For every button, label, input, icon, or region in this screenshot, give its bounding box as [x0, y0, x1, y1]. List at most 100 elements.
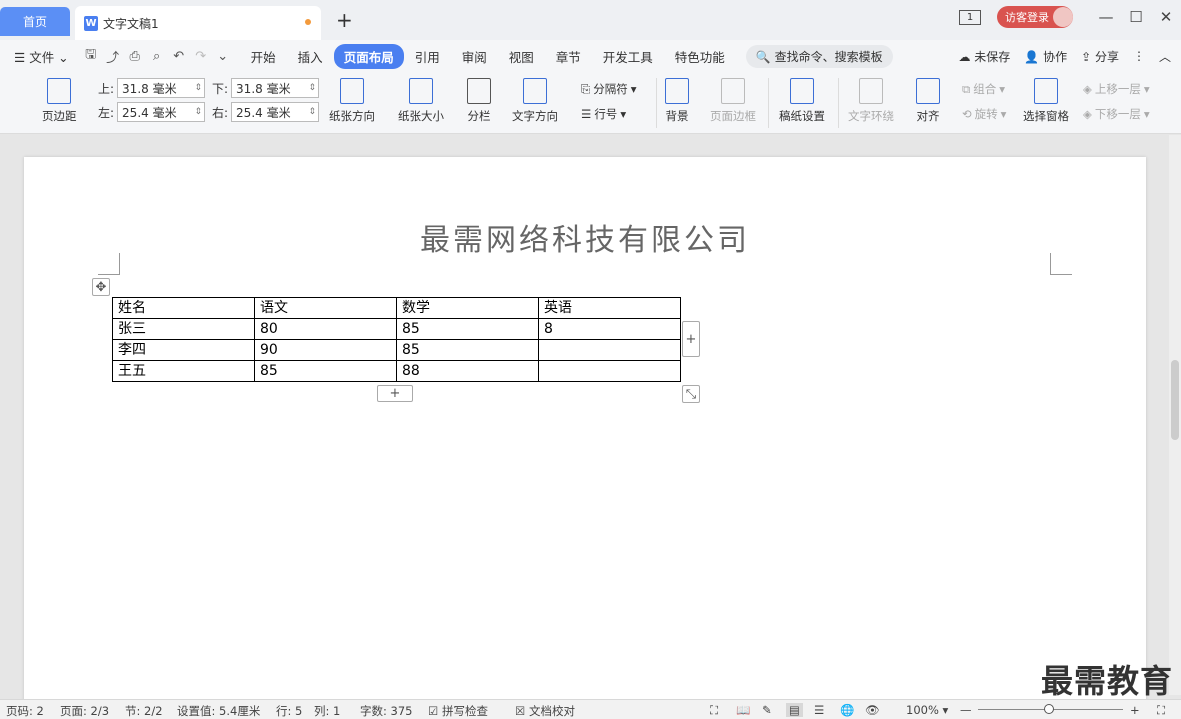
eye-protection-icon[interactable]: 👁 [865, 703, 880, 717]
web-view-icon[interactable]: 🌐 [840, 703, 854, 717]
collapse-ribbon-icon[interactable]: ︿ [1159, 48, 1171, 65]
close-icon[interactable]: ✕ [1151, 8, 1181, 26]
status-row[interactable]: 行: 5 [276, 703, 302, 719]
collaborate-button[interactable]: 👤 协作 [1024, 48, 1067, 65]
background-button[interactable]: 背景 [665, 78, 689, 124]
tab-features[interactable]: 特色功能 [664, 47, 736, 66]
table-move-handle-icon[interactable]: ✥ [92, 278, 110, 296]
file-menu[interactable]: ☰ 文件 ⌄ [0, 47, 80, 66]
table-row[interactable]: 姓名 语文 数学 英语 [112, 297, 681, 319]
add-column-button[interactable]: + [682, 321, 700, 357]
vertical-scrollbar[interactable] [1169, 135, 1181, 695]
table-cell[interactable]: 80 [254, 318, 397, 340]
document-page[interactable]: 最需网络科技有限公司 ✥ 姓名 语文 数学 英语 张三 80 85 8 李四 90 85 王五 85 88… [24, 157, 1146, 717]
table-cell[interactable]: 数学 [396, 297, 539, 319]
export-icon[interactable]: ⤴ [102, 47, 124, 66]
tab-page-layout[interactable]: 页面布局 [333, 43, 404, 69]
table-row[interactable]: 张三 80 85 8 [112, 318, 681, 340]
line-numbers-button[interactable]: ☰ 行号 ▾ [581, 106, 626, 122]
zoom-level-select[interactable]: 100% ▾ [906, 703, 948, 717]
table-cell[interactable] [538, 360, 681, 382]
manuscript-settings-button[interactable]: 稿纸设置 [779, 78, 825, 124]
tab-sections[interactable]: 章节 [545, 47, 592, 66]
zoom-slider-knob[interactable] [1044, 704, 1054, 714]
tab-start[interactable]: 开始 [240, 47, 287, 66]
page-count-badge[interactable]: 1 [959, 9, 981, 25]
status-column[interactable]: 列: 1 [314, 703, 340, 719]
customize-chevron-icon[interactable]: ⌄ [212, 49, 234, 64]
fullscreen-icon[interactable]: ⛶ [710, 703, 718, 718]
text-direction-button[interactable]: 文字方向 [512, 78, 558, 124]
unsaved-button[interactable]: ☁ 未保存 [958, 48, 1010, 65]
status-section[interactable]: 节: 2/2 [125, 703, 163, 719]
table-row[interactable]: 王五 85 88 [112, 360, 681, 382]
columns-button[interactable]: 分栏 [467, 78, 491, 124]
zoom-out-icon[interactable]: — [960, 703, 972, 717]
guest-login-button[interactable]: 访客登录 [997, 6, 1073, 28]
table-cell[interactable]: 85 [396, 318, 539, 340]
save-icon[interactable]: 🖫 [80, 45, 102, 67]
document-area[interactable]: 最需网络科技有限公司 ✥ 姓名 语文 数学 英语 张三 80 85 8 李四 90 85 王五 85 88… [0, 135, 1181, 717]
zoom-in-icon[interactable]: + [1130, 703, 1140, 717]
table-cell[interactable]: 王五 [112, 360, 255, 382]
tab-home[interactable]: 首页 [0, 7, 70, 36]
new-tab-plus-icon[interactable]: + [336, 8, 353, 32]
document-title[interactable]: 最需网络科技有限公司 [24, 215, 1146, 259]
send-backward-button[interactable]: ◈ 下移一层 ▾ [1083, 106, 1150, 122]
align-button[interactable]: 对齐 [916, 78, 940, 124]
fit-page-icon[interactable]: ⛶ [1157, 703, 1165, 718]
margin-bottom-input[interactable]: 31.8 毫米 [231, 78, 320, 98]
print-preview-icon[interactable]: ⌕ [146, 49, 168, 64]
table-cell[interactable]: 8 [538, 318, 681, 340]
margin-right-input[interactable]: 25.4 毫米 [231, 102, 320, 122]
outline-view-icon[interactable]: ☰ [814, 703, 824, 717]
add-row-button[interactable]: + [377, 385, 413, 402]
table-cell[interactable]: 英语 [538, 297, 681, 319]
text-wrap-button[interactable]: 文字环绕 [848, 78, 894, 124]
table-cell[interactable]: 85 [254, 360, 397, 382]
table-cell[interactable]: 88 [396, 360, 539, 382]
zoom-slider[interactable] [978, 704, 1123, 714]
tab-document[interactable]: W 文字文稿1 [75, 6, 321, 40]
edit-mode-icon[interactable]: ✎ [762, 703, 772, 717]
margin-left-input[interactable]: 25.4 毫米 [117, 102, 206, 122]
maximize-icon[interactable]: ☐ [1121, 8, 1151, 26]
table-cell[interactable]: 张三 [112, 318, 255, 340]
table-cell[interactable]: 李四 [112, 339, 255, 361]
print-icon[interactable]: ⎙ [124, 49, 146, 64]
spell-check-button[interactable]: ☑ 拼写检查 [428, 703, 488, 719]
rotate-button[interactable]: ⟲ 旋转 ▾ [962, 106, 1006, 122]
minimize-icon[interactable]: — [1091, 8, 1121, 26]
group-button[interactable]: ⧉ 组合 ▾ [962, 81, 1005, 97]
undo-icon[interactable]: ↶ [168, 49, 190, 64]
tab-insert[interactable]: 插入 [287, 47, 334, 66]
command-search-input[interactable]: 🔍 查找命令、搜索模板 [745, 44, 893, 68]
status-page-number[interactable]: 页码: 2 [6, 703, 44, 719]
more-icon[interactable]: ⋮ [1133, 49, 1145, 63]
table-cell[interactable]: 90 [254, 339, 397, 361]
table-row[interactable]: 李四 90 85 [112, 339, 681, 361]
tab-view[interactable]: 视图 [498, 47, 545, 66]
resize-table-handle-icon[interactable]: ⤡ [682, 385, 700, 403]
table-cell[interactable]: 85 [396, 339, 539, 361]
bring-forward-button[interactable]: ◈ 上移一层 ▾ [1083, 81, 1150, 97]
breaks-button[interactable]: ⎘ 分隔符 ▾ [581, 81, 636, 97]
status-word-count[interactable]: 字数: 375 [360, 703, 412, 719]
status-pages[interactable]: 页面: 2/3 [60, 703, 109, 719]
margin-top-input[interactable]: 31.8 毫米 [117, 78, 206, 98]
tab-references[interactable]: 引用 [404, 47, 451, 66]
share-button[interactable]: ⇪ 分享 [1081, 48, 1119, 65]
margins-button[interactable]: 页边距 [42, 78, 77, 124]
page-view-icon[interactable]: ▤ [786, 703, 803, 717]
tab-review[interactable]: 审阅 [451, 47, 498, 66]
reading-mode-icon[interactable]: 📖 [736, 703, 750, 717]
table-cell[interactable]: 姓名 [112, 297, 255, 319]
orientation-button[interactable]: 纸张方向 [329, 78, 375, 124]
table-cell[interactable]: 语文 [254, 297, 397, 319]
tab-developer[interactable]: 开发工具 [592, 47, 664, 66]
redo-icon[interactable]: ↷ [190, 49, 212, 64]
paper-size-button[interactable]: 纸张大小 [398, 78, 444, 124]
selection-pane-button[interactable]: 选择窗格 [1023, 78, 1069, 124]
score-table[interactable]: 姓名 语文 数学 英语 张三 80 85 8 李四 90 85 王五 85 88 [112, 297, 681, 382]
scrollbar-thumb[interactable] [1171, 360, 1179, 440]
